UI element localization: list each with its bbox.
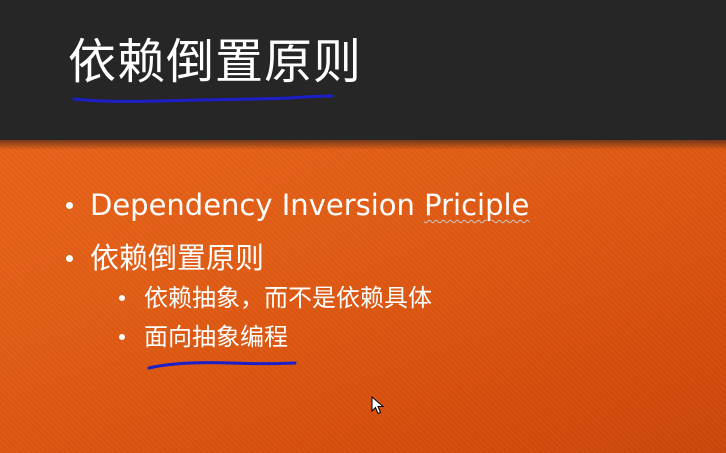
sub-bullet-text: 面向抽象编程 — [144, 323, 288, 351]
sub-bullet-dot-icon — [119, 295, 125, 301]
bullet-item: Dependency Inversion Priciple — [66, 185, 530, 225]
bullet-text: Dependency Inversion — [90, 188, 425, 222]
presentation-slide: 依赖倒置原则 Dependency Inversion Priciple 依赖倒… — [0, 0, 726, 453]
mouse-pointer-icon — [371, 396, 385, 415]
title-band: 依赖倒置原则 — [0, 0, 726, 140]
sub-bullet-item: 依赖抽象，而不是依赖具体 — [119, 281, 432, 315]
bullet-dot-icon — [66, 255, 73, 262]
sub-bullet-item: 面向抽象编程 — [119, 320, 288, 354]
misspelled-word: Priciple — [424, 188, 530, 222]
slide-title: 依赖倒置原则 — [68, 34, 363, 90]
sub-bullet-dot-icon — [119, 334, 125, 340]
title-band-shadow — [0, 140, 726, 150]
bullet-dot-icon — [66, 202, 73, 209]
sub-bullet-text: 依赖抽象，而不是依赖具体 — [144, 284, 432, 312]
bullet-item: 依赖倒置原则 — [66, 238, 265, 278]
bullet-text: 依赖倒置原则 — [90, 241, 265, 275]
